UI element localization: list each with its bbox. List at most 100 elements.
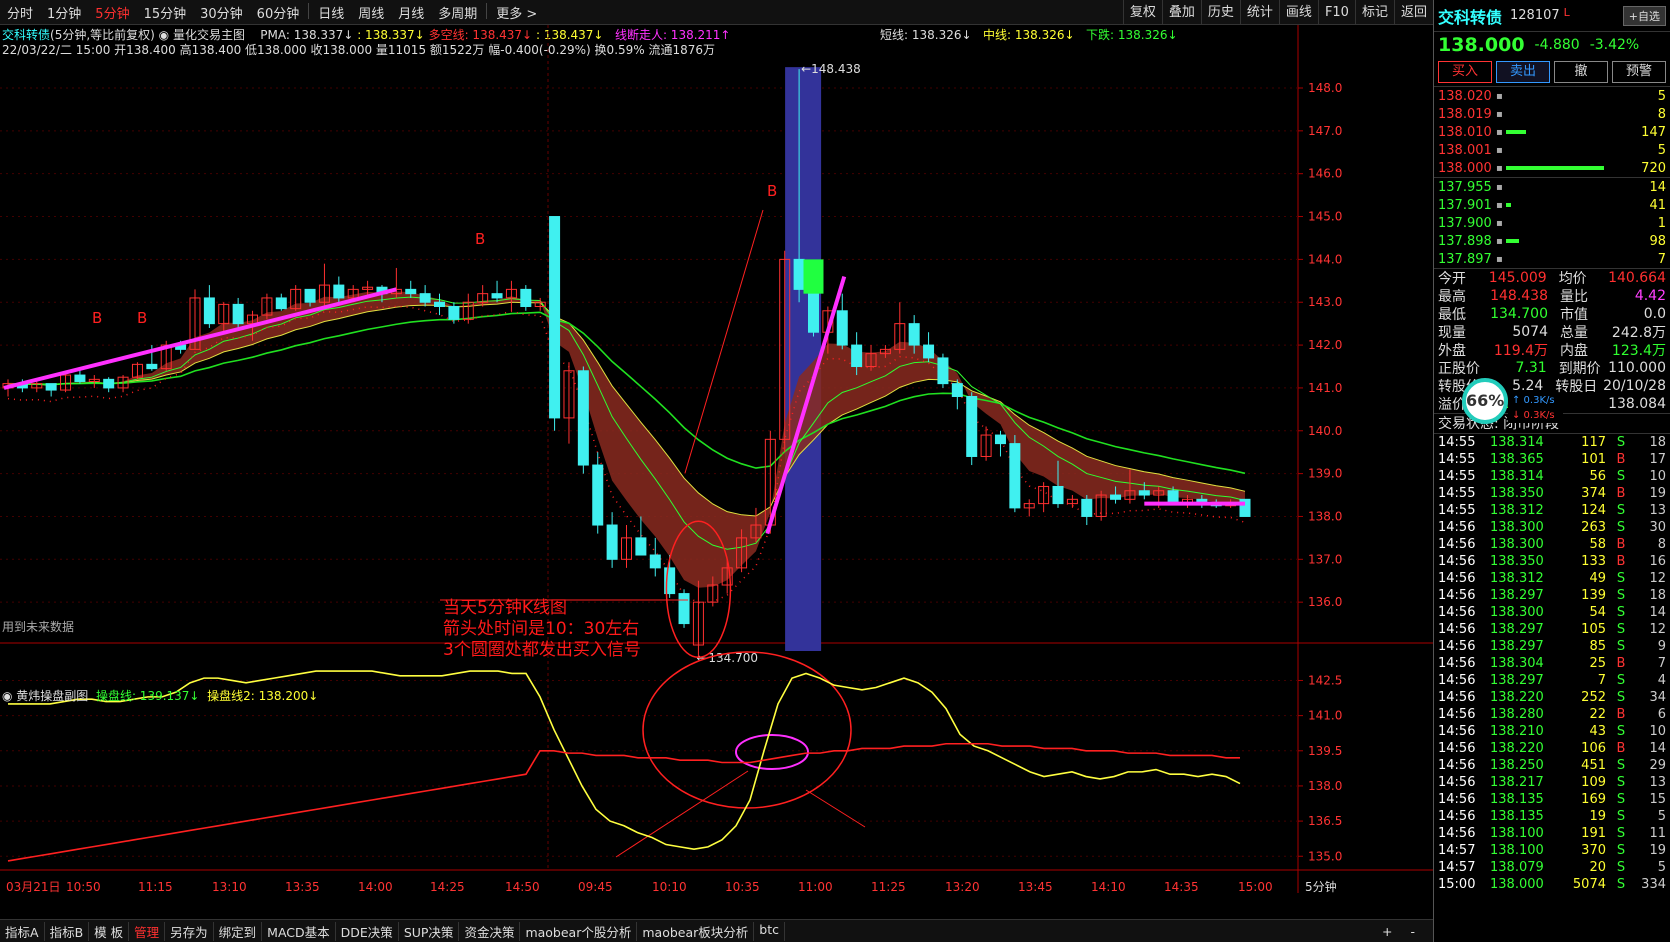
asks-row[interactable]: 138.000 ▪ 720 [1438,159,1666,177]
add-watchlist-button[interactable]: +自选 [1622,5,1666,26]
bottom-tab-11[interactable]: maobear板块分析 [637,921,755,941]
asks-row[interactable]: 138.020 ▪ 5 [1438,87,1666,105]
annotation-line-2: 箭头处时间是10：30左右 [443,619,640,639]
tick-q: 54 [1589,605,1606,620]
tick-s: S [1616,724,1626,739]
zoom-out-button[interactable]: - [1410,924,1415,939]
tick-n: 14 [1649,605,1666,620]
network-badge[interactable]: 66% [1462,378,1508,424]
bottom-tab-5[interactable]: 绑定到 [214,921,263,941]
period-tab-10[interactable]: 更多 > [489,3,544,22]
asks-row[interactable]: 138.019 ▪ 8 [1438,105,1666,123]
period-tab-0[interactable]: 分时 [0,3,40,22]
candle-body [103,378,115,389]
bids-row[interactable]: 137.898 ▪ 98 [1438,232,1666,250]
bids-row[interactable]: 137.955 ▪ 14 [1438,178,1666,196]
asks-volume: 5 [1657,142,1666,158]
chart-tool-buttons: 复权 叠加 历史 统计 画线 F10 标记 返回 [1122,0,1433,25]
period-tab-9[interactable]: 多周期 [431,3,484,22]
tick-s: B [1616,537,1626,552]
candle-body [203,297,215,325]
alert-button[interactable]: 预警 [1612,61,1666,83]
tool-button-4[interactable]: 画线 [1278,0,1318,25]
tool-button-1[interactable]: 叠加 [1161,0,1201,25]
tool-button-3[interactable]: 统计 [1239,0,1279,25]
bottom-tab-2[interactable]: 模 板 [89,921,130,941]
tick-n: 11 [1649,826,1666,841]
x-tick-label: 10:35 [725,880,760,894]
bids-row[interactable]: 137.900 ▪ 1 [1438,214,1666,232]
tick-p: 138.300 [1490,605,1544,620]
bottom-tab-10[interactable]: maobear个股分析 [520,921,638,941]
stat-value: 7.31 [1515,360,1547,376]
bottom-tab-6[interactable]: MACD基本 [262,921,336,941]
asks-volume: 8 [1657,106,1666,122]
tick-row: 14:56 138.135 19 S 5 [1434,808,1670,825]
period-tab-3[interactable]: 15分钟 [137,3,194,22]
bottom-tab-8[interactable]: SUP决策 [399,921,460,941]
period-tab-8[interactable]: 月线 [391,3,431,22]
period-tab-6[interactable]: 日线 [311,3,351,22]
bids-row[interactable]: 137.897 ▪ 7 [1438,250,1666,268]
tool-button-5[interactable]: F10 [1317,0,1355,25]
bids-price: 137.900 [1438,215,1492,231]
x-tick-label: 13:10 [212,880,247,894]
tick-n: 16 [1649,554,1666,569]
sub-y-tick-label: 136.5 [1308,814,1342,828]
bottom-tab-1[interactable]: 指标B [45,921,90,941]
bottom-tab-0[interactable]: 指标A [0,921,45,941]
tick-p: 138.297 [1490,639,1544,654]
x-tick-label: 11:25 [871,880,906,894]
asks-row[interactable]: 138.001 ▪ 5 [1438,141,1666,159]
period-tab-2[interactable]: 5分钟 [88,3,136,22]
period-tab-4[interactable]: 30分钟 [193,3,250,22]
tick-list[interactable]: 14:55 138.314 117 S 18 14:55 138.365 101 B 17 14:5… [1434,434,1670,893]
tool-button-2[interactable]: 历史 [1200,0,1240,25]
buy-signal-mark: B [767,182,777,200]
tick-q: 5074 [1572,877,1606,892]
bids-volume-bar [1506,203,1511,207]
bids-row[interactable]: 137.901 ▪ 41 [1438,196,1666,214]
tool-button-0[interactable]: 复权 [1122,0,1162,25]
stat-key2: 均价 [1558,271,1587,287]
bottom-tab-3[interactable]: 管理 [129,921,166,941]
zoom-in-button[interactable]: + [1382,924,1392,939]
tick-q: 105 [1581,622,1606,637]
quote-panel: 交科转债 128107 L +自选 138.000 -4.880 -3.42% … [1433,0,1670,942]
tick-n: 18 [1649,588,1666,603]
tick-p: 138.312 [1490,503,1544,518]
candle-body [419,293,431,303]
y-tick-label: 142.0 [1308,338,1342,352]
stat-value2: 110.000 [1608,360,1666,376]
bottom-tab-12[interactable]: btc [754,921,786,941]
tool-button-7[interactable]: 返回 [1393,0,1433,25]
tick-n: 9 [1657,639,1666,654]
tick-s: S [1616,877,1626,892]
tick-q: 85 [1589,639,1606,654]
bottom-tab-4[interactable]: 另存为 [165,921,214,941]
tick-s: S [1616,503,1626,518]
period-tab-1[interactable]: 1分钟 [40,3,88,22]
candle-body [951,383,963,397]
tick-p: 138.280 [1490,707,1544,722]
period-tab-7[interactable]: 周线 [351,3,391,22]
stat-row: 今开 145.009 均价 140.664 [1438,269,1666,287]
bottom-tab-list: 指标A 指标B 模 板管理 另存为 绑定到 MACD基本 DDE决策 SUP决策 资金决策 mao… [0,921,786,941]
bottom-tab-7[interactable]: DDE决策 [336,921,399,941]
sell-button[interactable]: 卖出 [1496,61,1550,83]
tick-n: 19 [1649,486,1666,501]
tool-button-6[interactable]: 标记 [1354,0,1394,25]
bids-price: 137.955 [1438,179,1492,195]
cancel-order-button[interactable]: 撤 [1554,61,1608,83]
sub-y-tick-label: 135.0 [1308,849,1342,863]
chart-canvas[interactable]: 148.0 147.0 146.0 145.0 144.0 143.0 142.0 141.0… [0,25,1433,919]
tick-row: 14:55 138.312 124 S 13 [1434,502,1670,519]
sub-line2-value: 操盘线2: 138.200↓ [207,689,319,703]
asks-price: 138.001 [1438,142,1492,158]
sub-indicator-name[interactable]: ◉ 黄炜操盘副图 [2,689,88,703]
bottom-tab-9[interactable]: 资金决策 [459,921,521,941]
buy-button[interactable]: 买入 [1438,61,1492,83]
tick-row: 14:56 138.100 191 S 11 [1434,825,1670,842]
asks-row[interactable]: 138.010 ▪ 147 [1438,123,1666,141]
period-tab-5[interactable]: 60分钟 [250,3,307,22]
